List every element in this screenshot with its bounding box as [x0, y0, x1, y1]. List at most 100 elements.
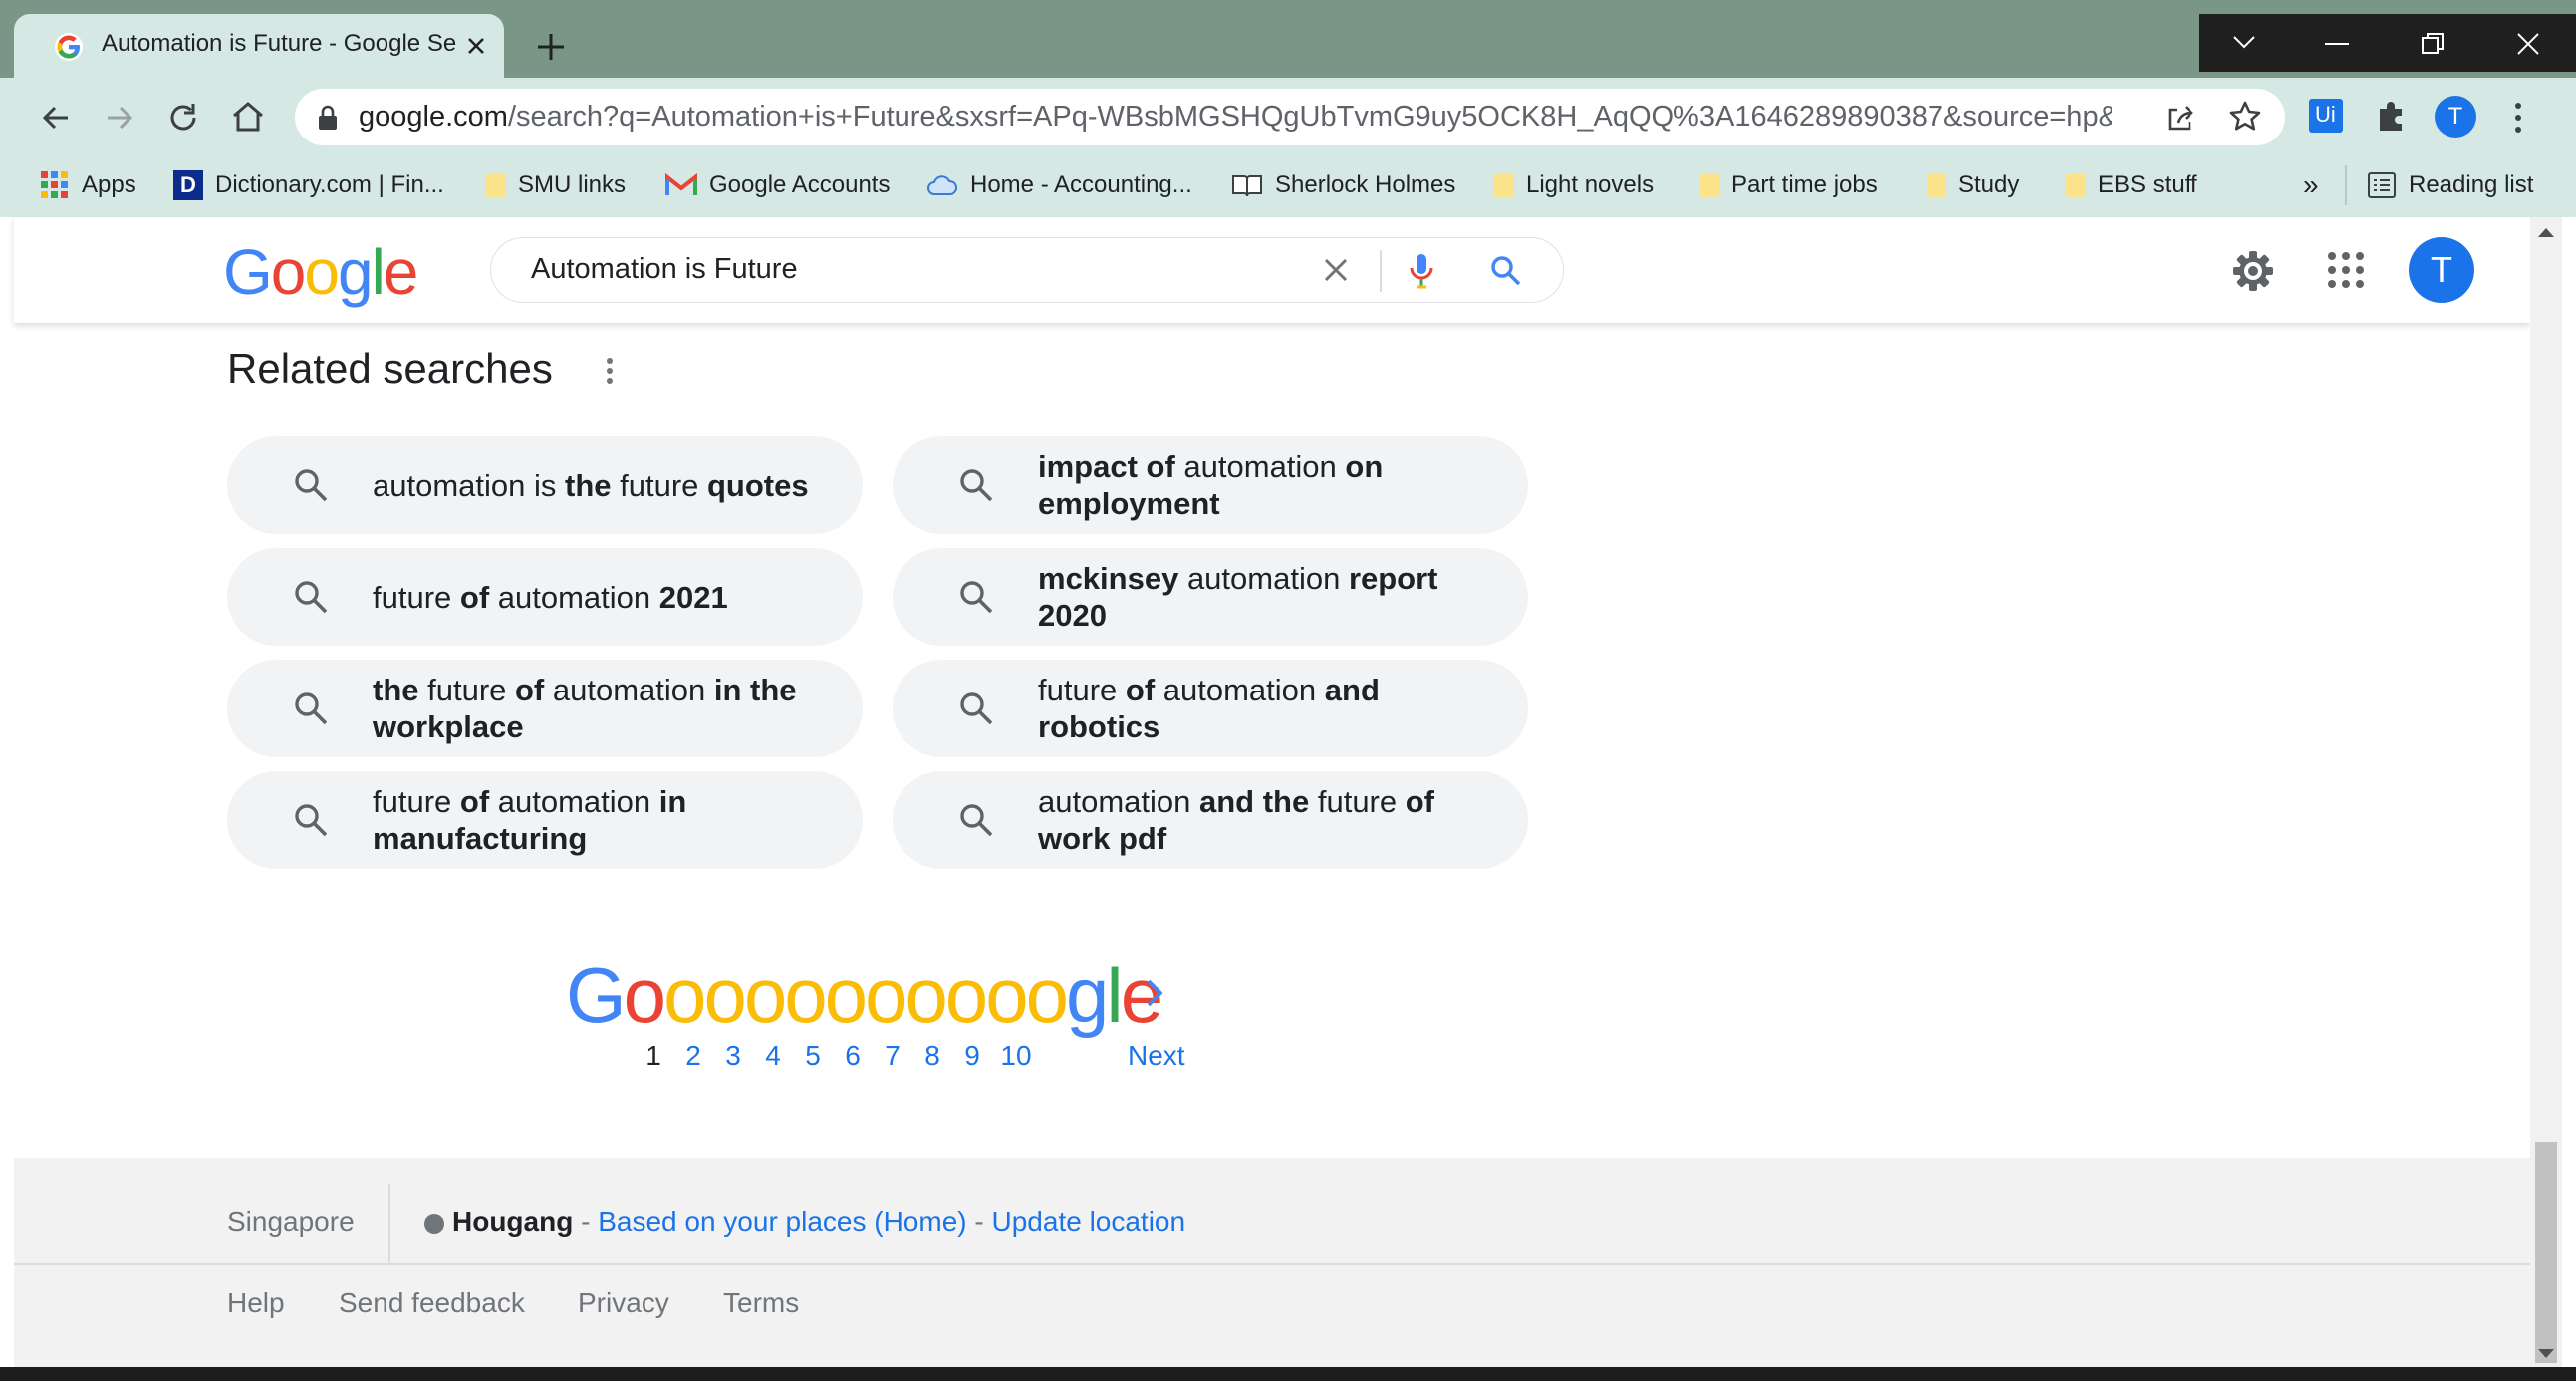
pagination-logo-letter[interactable]: o: [825, 952, 868, 1039]
footer-divider: [388, 1184, 390, 1263]
close-icon: [2517, 33, 2539, 55]
page-number-link[interactable]: 2: [673, 1040, 713, 1072]
account-avatar[interactable]: T: [2409, 237, 2474, 303]
page-number-link[interactable]: 7: [873, 1040, 912, 1072]
scroll-up-arrow-icon[interactable]: [2534, 225, 2558, 239]
more-options-icon[interactable]: [598, 353, 622, 389]
pagination-logo-letter[interactable]: o: [945, 952, 988, 1039]
footer-send-feedback-link[interactable]: Send feedback: [339, 1287, 525, 1319]
page-numbers: 1 2 3 4 5 6 7 8 9 10: [634, 1040, 1040, 1072]
forward-icon[interactable]: [102, 100, 137, 136]
page-number-link[interactable]: 10: [992, 1040, 1040, 1072]
pagination-logo-letter[interactable]: o: [1026, 952, 1069, 1039]
related-search-text: the future of automation in the workplac…: [373, 673, 806, 744]
reload-icon[interactable]: [165, 100, 201, 136]
bookmark-label: SMU links: [518, 171, 627, 198]
pagination-logo-letter[interactable]: o: [985, 952, 1028, 1039]
related-search-text: future of automation in manufacturing: [373, 784, 695, 856]
bookmark-smu-links[interactable]: SMU links: [486, 159, 626, 211]
reading-list-button[interactable]: Reading list: [2367, 159, 2533, 211]
scrollbar-thumb[interactable]: [2535, 1142, 2557, 1363]
bookmark-ebs-stuff[interactable]: EBS stuff: [2066, 159, 2197, 211]
tab-search-button[interactable]: [2199, 14, 2289, 72]
minimize-button[interactable]: [2289, 14, 2385, 72]
home-icon[interactable]: [229, 98, 267, 136]
bookmark-google-accounts[interactable]: Google Accounts: [665, 159, 890, 211]
bookmark-star-icon[interactable]: [2227, 99, 2263, 135]
address-bar[interactable]: google.com/search?q=Automation+is+Future…: [295, 89, 2285, 145]
bookmark-label: Part time jobs: [1731, 171, 1878, 198]
related-search-chip[interactable]: future of automation 2021: [227, 548, 863, 646]
related-search-chip[interactable]: automation and the future of work pdf: [893, 771, 1528, 869]
page-number-link[interactable]: 8: [912, 1040, 952, 1072]
related-search-chip[interactable]: future of automation and robotics: [893, 660, 1528, 757]
next-page-link[interactable]: Next: [1128, 1040, 1185, 1072]
pagination-logo-letter[interactable]: o: [663, 952, 706, 1039]
pagination-logo-letter[interactable]: o: [624, 952, 666, 1039]
page-number-link[interactable]: 9: [952, 1040, 992, 1072]
search-icon[interactable]: [1489, 254, 1523, 288]
related-search-chip[interactable]: the future of automation in the workplac…: [227, 660, 863, 757]
bookmark-sherlock-holmes[interactable]: Sherlock Holmes: [1231, 159, 1455, 211]
search-icon: [960, 692, 993, 725]
url-host: google.com: [359, 101, 508, 133]
reading-list-label: Reading list: [2409, 171, 2534, 198]
search-box[interactable]: Automation is Future: [490, 237, 1564, 303]
search-input[interactable]: Automation is Future: [531, 253, 798, 286]
profile-initial: T: [2447, 103, 2463, 130]
back-icon[interactable]: [38, 100, 74, 136]
new-tab-icon[interactable]: [534, 30, 568, 64]
footer-location: Hougang - Based on your places (Home) - …: [424, 1206, 1185, 1238]
bookmark-part-time-jobs[interactable]: Part time jobs: [1699, 159, 1878, 211]
pagination-logo-letter[interactable]: o: [703, 952, 746, 1039]
profile-avatar[interactable]: T: [2435, 96, 2476, 138]
related-search-chip[interactable]: mckinsey automation report 2020: [893, 548, 1528, 646]
related-search-chip[interactable]: impact of automation on employment: [893, 436, 1528, 534]
bookmark-label: Sherlock Holmes: [1275, 171, 1456, 198]
pagination-logo-letter[interactable]: o: [744, 952, 787, 1039]
settings-gear-icon[interactable]: [2231, 249, 2275, 293]
uipath-extension-icon[interactable]: Ui: [2309, 99, 2343, 133]
microphone-icon[interactable]: [1408, 252, 1435, 290]
pagination-logo-letter[interactable]: o: [865, 952, 907, 1039]
bookmark-dictionary[interactable]: D Dictionary.com | Fin...: [173, 159, 444, 211]
page-number-link[interactable]: 6: [833, 1040, 873, 1072]
page-number-link[interactable]: 3: [713, 1040, 753, 1072]
related-search-text: automation is the future quotes: [373, 467, 809, 503]
folder-icon: [486, 173, 506, 197]
update-location-link[interactable]: Update location: [992, 1206, 1186, 1237]
google-apps-icon[interactable]: [2327, 251, 2365, 289]
scroll-down-arrow-icon[interactable]: [2534, 1347, 2558, 1361]
pagination-logo-letter[interactable]: o: [904, 952, 947, 1039]
chevron-right-icon[interactable]: [1142, 976, 1167, 1010]
folder-icon: [1699, 173, 1719, 197]
related-search-chip[interactable]: automation is the future quotes: [227, 436, 863, 534]
bookmark-apps[interactable]: Apps: [40, 159, 136, 211]
related-search-chip[interactable]: future of automation in manufacturing: [227, 771, 863, 869]
extensions-puzzle-icon[interactable]: [2373, 98, 2409, 134]
related-search-text: automation and the future of work pdf: [1038, 784, 1443, 856]
footer-privacy-link[interactable]: Privacy: [578, 1287, 669, 1319]
pagination-logo-letter[interactable]: o: [784, 952, 827, 1039]
page-number-link[interactable]: 4: [753, 1040, 793, 1072]
logo-letter: l: [371, 236, 386, 308]
share-icon[interactable]: [2164, 101, 2197, 135]
page-number-link[interactable]: 5: [793, 1040, 833, 1072]
footer-help-link[interactable]: Help: [227, 1287, 285, 1319]
chrome-menu-icon[interactable]: [2506, 100, 2530, 136]
bookmark-study[interactable]: Study: [1927, 159, 2019, 211]
taskbar-strip: [0, 1367, 2576, 1381]
bookmark-light-novels[interactable]: Light novels: [1494, 159, 1654, 211]
close-window-button[interactable]: [2480, 14, 2576, 72]
footer-terms-link[interactable]: Terms: [723, 1287, 799, 1319]
pagination-logo-letter: G: [566, 952, 627, 1039]
bookmarks-overflow-button[interactable]: »: [2303, 159, 2319, 211]
based-on-places-link[interactable]: Based on your places (Home): [598, 1206, 966, 1237]
browser-tab[interactable]: Automation is Future - Google Se: [14, 14, 504, 78]
dictionary-icon: D: [173, 170, 203, 200]
clear-search-icon[interactable]: [1322, 256, 1350, 284]
close-tab-icon[interactable]: [464, 34, 488, 58]
google-logo[interactable]: Google: [223, 235, 418, 309]
restore-button[interactable]: [2385, 14, 2480, 72]
bookmark-home-accounting[interactable]: Home - Accounting...: [926, 159, 1192, 211]
